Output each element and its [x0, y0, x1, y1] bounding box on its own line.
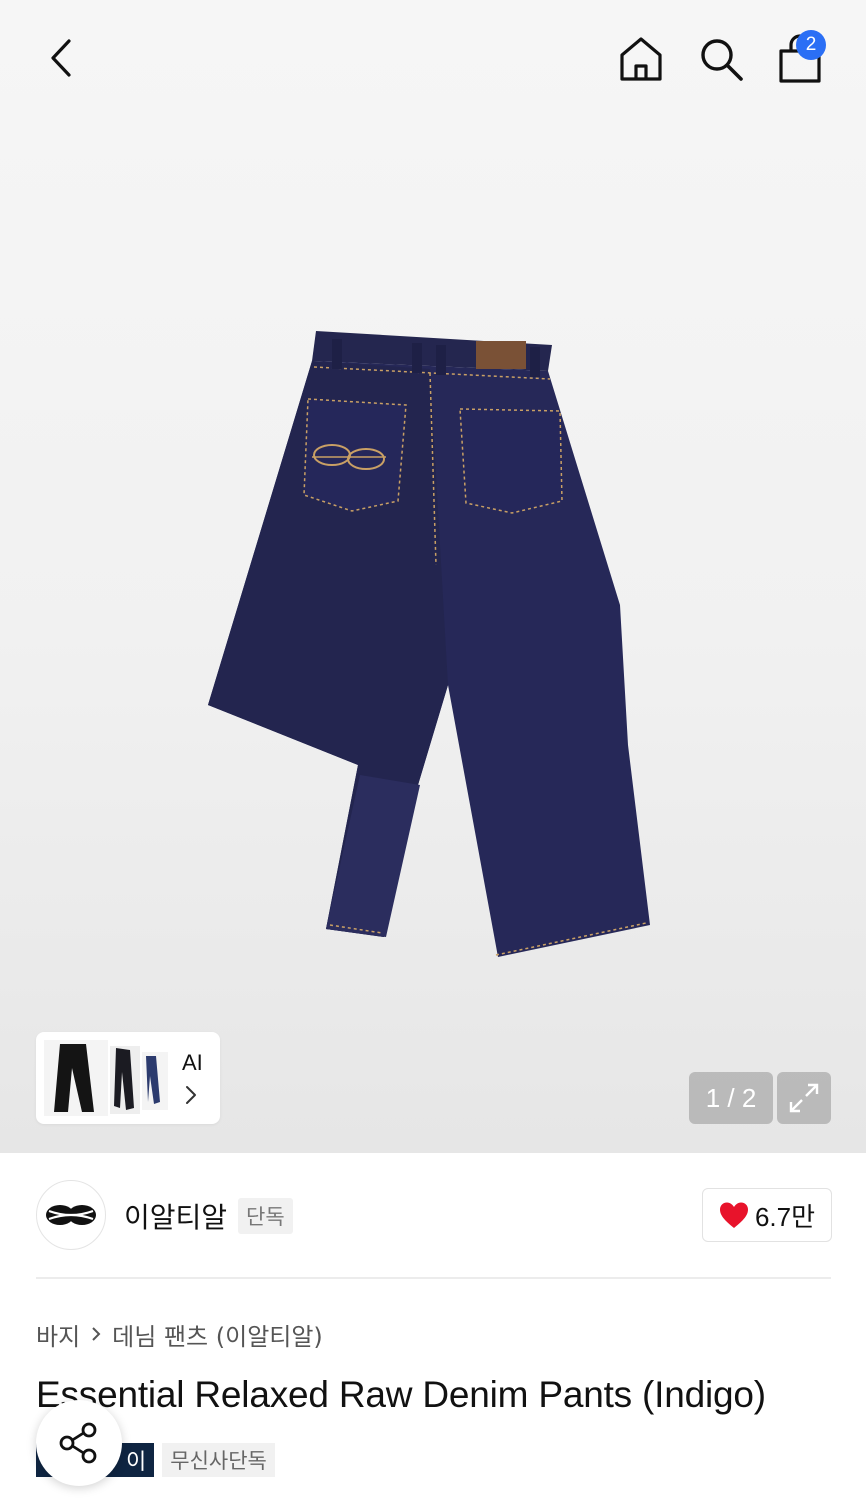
breadcrumb-item-category[interactable]: 바지 [36, 1317, 80, 1352]
home-button[interactable] [614, 32, 668, 86]
chevron-right-icon [90, 1325, 102, 1343]
share-icon [59, 1422, 97, 1464]
tag-musinsa-exclusive: 무신사단독 [162, 1443, 275, 1477]
brand-logo[interactable] [36, 1180, 106, 1250]
back-button[interactable] [38, 34, 86, 82]
cart-button[interactable]: 2 [772, 30, 830, 88]
heart-icon [719, 1202, 748, 1228]
product-gallery[interactable]: 2 AI 1 / 2 [0, 0, 866, 1153]
search-button[interactable] [694, 32, 748, 86]
brand-logo-icon [46, 1205, 96, 1225]
brand-name[interactable]: 이알티알 [124, 1196, 227, 1236]
share-button[interactable] [36, 1400, 122, 1486]
ai-similar-items-card[interactable]: AI [36, 1032, 220, 1124]
exclusive-tag: 단독 [238, 1198, 293, 1234]
chevron-right-icon [186, 1086, 196, 1104]
image-counter: 1 / 2 [689, 1072, 773, 1124]
expand-icon [789, 1083, 819, 1113]
expand-button[interactable] [777, 1072, 831, 1124]
product-image[interactable] [200, 325, 660, 965]
breadcrumb: 바지 데님 팬츠 (이알티알) [36, 1316, 323, 1352]
brand-row: 이알티알 단독 6.7만 [36, 1180, 832, 1250]
cart-count-badge: 2 [796, 30, 826, 60]
product-title: Essential Relaxed Raw Denim Pants (Indig… [36, 1374, 766, 1415]
chevron-left-icon [51, 39, 71, 77]
search-icon [701, 39, 743, 81]
like-count: 6.7만 [754, 1201, 816, 1232]
divider [36, 1277, 831, 1279]
like-button[interactable]: 6.7만 [702, 1188, 832, 1242]
ai-label: AI [182, 1050, 203, 1075]
breadcrumb-item-subcategory[interactable]: 데님 팬츠 (이알티알) [112, 1317, 323, 1352]
similar-items-thumbnail [44, 1040, 168, 1116]
home-icon [620, 37, 662, 81]
